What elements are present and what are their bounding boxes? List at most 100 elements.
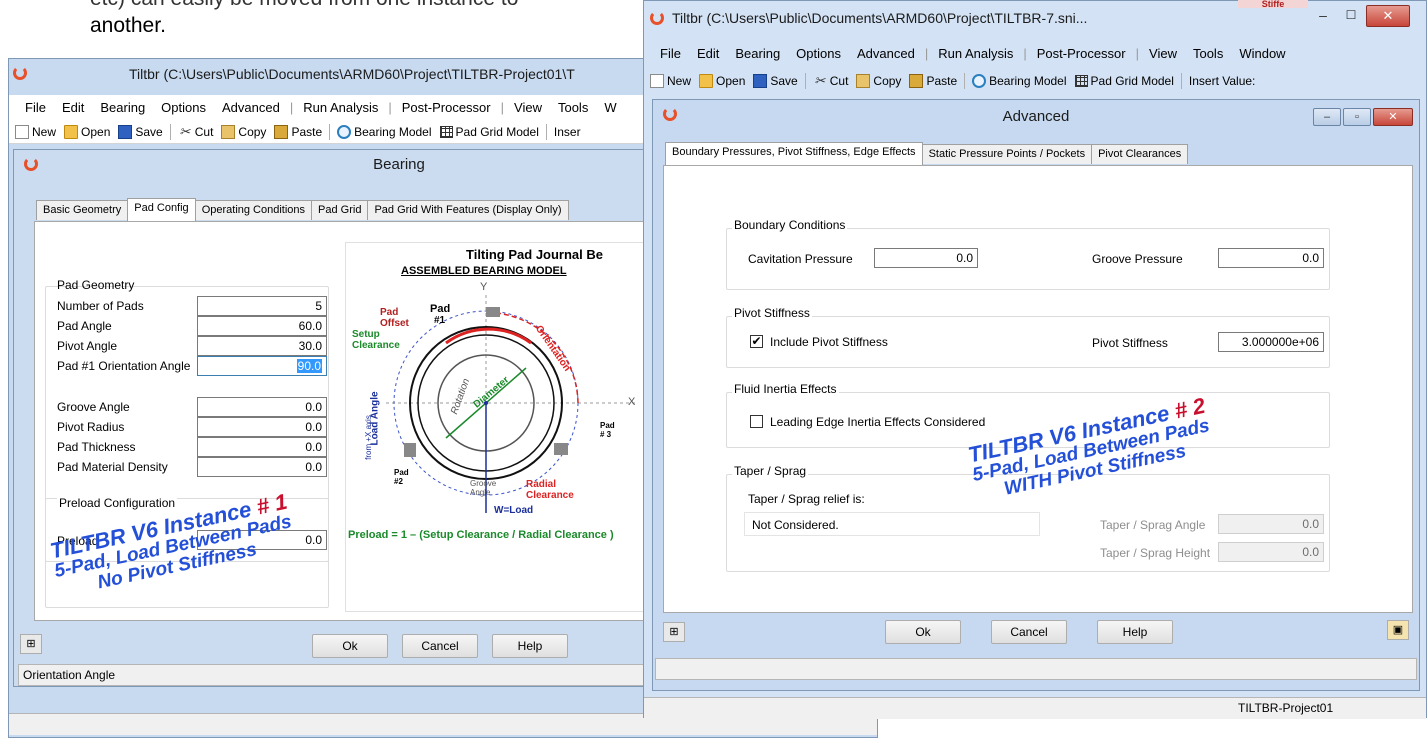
copy-button[interactable]: Copy (217, 124, 270, 139)
ok-button[interactable]: Ok (885, 620, 961, 644)
dialog-minimize-button[interactable]: – (1313, 108, 1341, 126)
window2-menubar: File Edit Bearing Options Advanced | Run… (644, 41, 1426, 66)
taper-angle-label: Taper / Sprag Angle (1100, 518, 1206, 532)
include-pivot-stiffness-checkbox[interactable]: ✔ (750, 335, 763, 348)
pivot-angle-field[interactable]: 30.0 (197, 336, 327, 356)
bearing-model-button[interactable]: Bearing Model (333, 124, 435, 139)
cavitation-pressure-field[interactable]: 0.0 (874, 248, 978, 268)
tab-pad-grid[interactable]: Pad Grid (311, 200, 369, 220)
save-button[interactable]: Save (749, 74, 801, 88)
taper-relief-label: Taper / Sprag relief is: (748, 492, 865, 506)
pad1-orientation-field[interactable]: 90.0 (197, 356, 327, 376)
dialog-close-button[interactable]: ✕ (1373, 108, 1413, 126)
cancel-button[interactable]: Cancel (402, 634, 478, 658)
tab-pad-grid-features[interactable]: Pad Grid With Features (Display Only) (367, 200, 569, 220)
boundary-panel: Boundary Conditions Cavitation Pressure … (663, 165, 1413, 613)
menu-options[interactable]: Options (153, 100, 214, 115)
tab-static-pressure-points[interactable]: Static Pressure Points / Pockets (921, 144, 1093, 164)
menu-window[interactable]: Window (1231, 46, 1293, 61)
menu-bearing[interactable]: Bearing (92, 100, 153, 115)
paste-button[interactable]: Paste (270, 124, 326, 139)
help-button[interactable]: Help (492, 634, 568, 658)
bearing-model-button[interactable]: Bearing Model (968, 74, 1070, 88)
preload-configuration-label: Preload Configuration (57, 496, 178, 510)
tab-pivot-clearances[interactable]: Pivot Clearances (1091, 144, 1189, 164)
pad-grid-model-button[interactable]: Pad Grid Model (1071, 74, 1178, 88)
new-icon (15, 124, 29, 139)
tab-basic-geometry[interactable]: Basic Geometry (36, 200, 129, 220)
cut-button[interactable]: ✂ Cut (174, 123, 218, 139)
menu-post-processor[interactable]: Post-Processor (394, 100, 499, 115)
minimize-button[interactable]: – (1310, 7, 1336, 25)
status-text: Orientation Angle (23, 668, 116, 682)
grid-icon (1074, 75, 1088, 87)
maximize-button[interactable]: ☐ (1338, 7, 1364, 25)
tab-boundary-pressures[interactable]: Boundary Pressures, Pivot Stiffness, Edg… (665, 142, 923, 165)
insert-button[interactable]: Inser (550, 125, 585, 139)
number-of-pads-field[interactable]: 5 (197, 296, 327, 316)
toolbar-separator (329, 123, 331, 140)
menu-run-analysis[interactable]: Run Analysis (930, 46, 1021, 61)
pad-material-density-field[interactable]: 0.0 (197, 457, 327, 477)
open-button[interactable]: Open (60, 124, 114, 139)
groove-pressure-field[interactable]: 0.0 (1218, 248, 1324, 268)
menu-run-analysis[interactable]: Run Analysis (295, 100, 386, 115)
pad-thickness-label: Pad Thickness (57, 440, 136, 454)
cut-label: Cut (829, 74, 849, 88)
window1-title: Tiltbr (C:\Users\Public\Documents\ARMD60… (129, 66, 575, 82)
advanced-status-bar (655, 658, 1417, 680)
close-button[interactable]: ✕ (1366, 5, 1410, 27)
pad-label: Pad (430, 303, 451, 315)
help-button[interactable]: Help (1097, 620, 1173, 644)
menu-edit[interactable]: Edit (54, 100, 92, 115)
pivot-radius-field[interactable]: 0.0 (197, 417, 327, 437)
window2-titlebar: Tiltbr (C:\Users\Public\Documents\ARMD60… (644, 1, 1426, 35)
groove-angle-field[interactable]: 0.0 (197, 397, 327, 417)
menu-file[interactable]: File (17, 100, 54, 115)
menu-view[interactable]: View (506, 100, 550, 115)
advanced-dialog-titlebar: Advanced – ▫ ✕ (653, 100, 1419, 132)
open-label: Open (716, 74, 746, 88)
tab-operating-conditions[interactable]: Operating Conditions (194, 200, 313, 220)
paste-label: Paste (291, 124, 323, 139)
menu-advanced[interactable]: Advanced (214, 100, 288, 115)
pin-button[interactable]: ⊞ (20, 634, 42, 654)
new-label: New (32, 124, 57, 139)
leading-edge-inertia-checkbox[interactable] (750, 415, 763, 428)
menu-file[interactable]: File (652, 46, 689, 61)
pivot-stiffness-field[interactable]: 3.000000e+06 (1218, 332, 1324, 352)
scissors-icon: ✂ (179, 123, 191, 139)
clipboard-button[interactable]: ▣ (1387, 620, 1409, 640)
pin-button[interactable]: ⊞ (663, 622, 685, 642)
document-line-1: etc) can easily be moved from one instan… (90, 0, 518, 12)
menu-bearing[interactable]: Bearing (727, 46, 788, 61)
menu-post-processor[interactable]: Post-Processor (1029, 46, 1134, 61)
paste-button[interactable]: Paste (905, 74, 961, 88)
menu-options[interactable]: Options (788, 46, 849, 61)
window2-toolbar: New Open Save ✂ Cut Copy Paste Bearing Mo… (644, 69, 1426, 93)
cancel-button[interactable]: Cancel (991, 620, 1067, 644)
save-button[interactable]: Save (114, 124, 166, 139)
new-button[interactable]: New (646, 74, 695, 88)
menu-tools[interactable]: Tools (550, 100, 596, 115)
pad-grid-model-button[interactable]: Pad Grid Model (436, 125, 543, 139)
pad-thickness-field[interactable]: 0.0 (197, 437, 327, 457)
tab-pad-config[interactable]: Pad Config (127, 198, 196, 221)
menu-separator: | (289, 100, 294, 115)
dialog-maximize-button[interactable]: ▫ (1343, 108, 1371, 126)
menu-window[interactable]: W (596, 100, 624, 115)
menu-view[interactable]: View (1141, 46, 1185, 61)
copy-button[interactable]: Copy (852, 74, 905, 88)
pad-angle-field[interactable]: 60.0 (197, 316, 327, 336)
menu-tools[interactable]: Tools (1185, 46, 1231, 61)
insert-value-button[interactable]: Insert Value: (1185, 74, 1259, 88)
open-button[interactable]: Open (695, 74, 749, 88)
bearing-model-label: Bearing Model (989, 74, 1067, 88)
save-disk-icon (118, 124, 133, 139)
ok-button[interactable]: Ok (312, 634, 388, 658)
menu-edit[interactable]: Edit (689, 46, 727, 61)
pad-geometry-label: Pad Geometry (57, 278, 135, 292)
new-button[interactable]: New (11, 124, 60, 139)
menu-advanced[interactable]: Advanced (849, 46, 923, 61)
cut-button[interactable]: ✂ Cut (809, 74, 853, 89)
